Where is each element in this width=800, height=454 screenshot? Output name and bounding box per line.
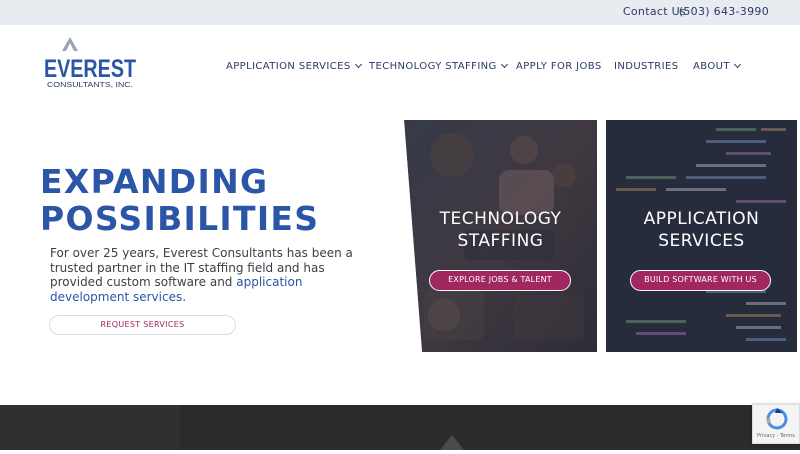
logo-tagline: CONSULTANTS, INC. xyxy=(47,80,133,89)
nav-label: APPLICATION SERVICES xyxy=(226,61,351,72)
staffing-title-line-1: TECHNOLOGY xyxy=(439,209,562,229)
services-title-line-2: SERVICES xyxy=(658,231,745,251)
nav-industries[interactable]: INDUSTRIES xyxy=(614,61,678,72)
build-software-button[interactable]: BUILD SOFTWARE WITH US xyxy=(630,270,771,291)
recaptcha-text[interactable]: Privacy - Terms xyxy=(757,433,795,439)
contact-us-link[interactable]: Contact Us xyxy=(623,5,686,18)
site-header: EVEREST CONSULTANTS, INC. APPLICATION SE… xyxy=(0,25,800,110)
phone-link[interactable]: (503) 643-3990 xyxy=(679,5,769,18)
recaptcha-badge[interactable]: Privacy - Terms xyxy=(752,404,800,444)
technology-staffing-panel[interactable]: TECHNOLOGY STAFFING EXPLORE JOBS & TALEN… xyxy=(404,120,597,352)
nav-application-services[interactable]: APPLICATION SERVICES xyxy=(226,60,362,72)
services-title: APPLICATION SERVICES xyxy=(606,208,797,252)
chevron-down-icon xyxy=(500,60,508,69)
dark-section xyxy=(0,405,800,450)
staffing-title-line-2: STAFFING xyxy=(457,231,544,251)
nav-label: TECHNOLOGY STAFFING xyxy=(369,61,497,72)
recaptcha-icon xyxy=(766,408,788,430)
hero-headline: EXPANDING POSSIBILITIES xyxy=(40,163,319,237)
intro-end: . xyxy=(182,289,187,304)
hero-intro: For over 25 years, Everest Consultants h… xyxy=(50,246,380,304)
request-services-button[interactable]: REQUEST SERVICES xyxy=(49,315,236,335)
intro-text: For over 25 years, Everest Consultants h… xyxy=(50,246,353,289)
nav-label: INDUSTRIES xyxy=(614,61,679,72)
staffing-title: TECHNOLOGY STAFFING xyxy=(404,208,597,252)
chevron-down-icon xyxy=(733,60,741,69)
nav-label: APPLY FOR JOBS xyxy=(516,61,602,72)
headline-line-1: EXPANDING xyxy=(40,162,269,201)
everest-logo[interactable]: EVEREST CONSULTANTS, INC. xyxy=(44,37,140,89)
dark-section-background xyxy=(0,405,464,450)
nav-technology-staffing[interactable]: TECHNOLOGY STAFFING xyxy=(369,60,508,72)
nav-about[interactable]: ABOUT xyxy=(693,60,741,72)
application-services-panel[interactable]: APPLICATION SERVICES BUILD SOFTWARE WITH… xyxy=(606,120,797,352)
nav-label: ABOUT xyxy=(693,61,730,72)
nav-apply-for-jobs[interactable]: APPLY FOR JOBS xyxy=(516,61,602,72)
services-title-line-1: APPLICATION xyxy=(643,209,760,229)
chevron-down-icon xyxy=(354,60,362,69)
headline-line-2: POSSIBILITIES xyxy=(40,199,320,238)
logo-brand: EVEREST xyxy=(44,55,136,83)
top-bar: Contact Us (503) 643-3990 xyxy=(0,0,800,25)
explore-jobs-talent-button[interactable]: EXPLORE JOBS & TALENT xyxy=(429,270,571,291)
